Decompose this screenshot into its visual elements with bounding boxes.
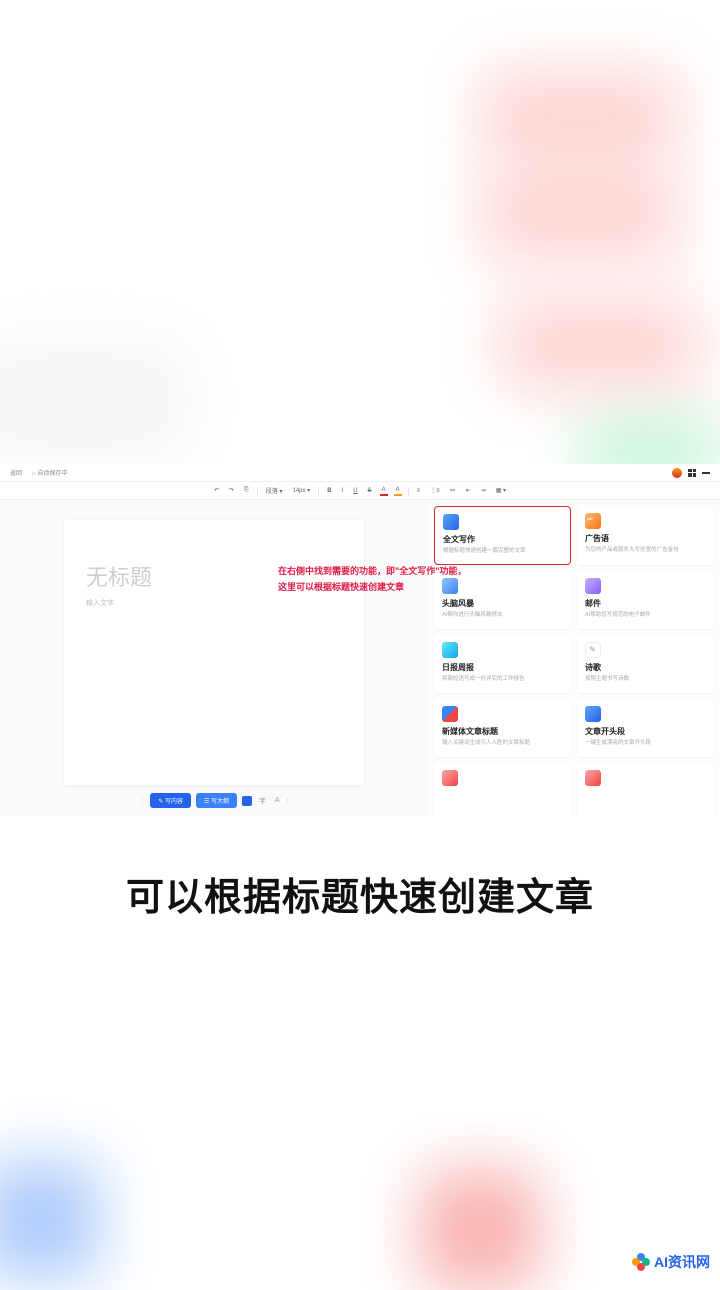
fontsize-select[interactable]: 14px ▾ bbox=[291, 486, 313, 495]
back-button[interactable]: 返回 bbox=[10, 468, 22, 477]
chevron-right-icon[interactable]: › bbox=[287, 798, 289, 804]
document-area: 无标题 输入文字 ⋮ ✎ 写内容 ☰ 写大纲 字 A › bbox=[0, 500, 428, 816]
card-icon bbox=[585, 706, 601, 722]
strike-button[interactable]: S bbox=[366, 487, 374, 495]
card-desc: 根据标题快速创建一篇完整的文章 bbox=[443, 548, 562, 556]
card-desc: 按照主题书写诗歌 bbox=[585, 676, 706, 684]
minimize-icon[interactable] bbox=[702, 472, 710, 474]
template-card[interactable]: 新媒体文章标题输入关键词生成引人入胜的文章标题 bbox=[434, 699, 571, 757]
template-card[interactable]: 邮件 AI帮助您写规范的电子邮件 bbox=[577, 571, 714, 629]
card-title: 文章开头段 bbox=[585, 726, 706, 737]
card-icon bbox=[585, 578, 601, 594]
topbar: 返回 ⌂ 自动保存中 bbox=[0, 464, 720, 482]
square-button[interactable] bbox=[242, 796, 252, 806]
ai-write-outline-button[interactable]: ☰ 写大纲 bbox=[196, 793, 237, 808]
bullet-list-button[interactable]: ⋮≡ bbox=[428, 486, 442, 495]
paragraph-select[interactable]: 段落 ▾ bbox=[264, 485, 285, 496]
card-icon bbox=[442, 642, 458, 658]
body-input[interactable]: 输入文字 bbox=[86, 598, 342, 608]
card-title: 头脑风暴 bbox=[442, 598, 563, 609]
bg-blur bbox=[480, 70, 680, 160]
editor-toolbar: ↶ ↷ ⎘ 段落 ▾ 14px ▾ B I U S A A ≡ ⋮≡ ≔ ⇤ ⇥… bbox=[0, 482, 720, 500]
watermark: AI资讯网 bbox=[632, 1252, 710, 1272]
card-title: 广告语 bbox=[585, 533, 706, 544]
card-icon bbox=[443, 514, 459, 530]
ai-write-content-button[interactable]: ✎ 写内容 bbox=[150, 793, 191, 808]
template-card[interactable]: 广告语为您的产品或服务大写创意的广告金句 bbox=[577, 506, 714, 565]
card-icon bbox=[585, 513, 601, 529]
apps-icon[interactable] bbox=[688, 469, 696, 477]
template-card[interactable]: 文章开头段一键生成漂亮的文章开头段 bbox=[577, 699, 714, 757]
template-card[interactable] bbox=[577, 763, 714, 816]
redo-button[interactable]: ↷ bbox=[227, 486, 236, 495]
undo-button[interactable]: ↶ bbox=[212, 486, 221, 495]
bg-blur bbox=[420, 1170, 540, 1290]
watermark-icon bbox=[632, 1253, 650, 1271]
card-title: 日报周报 bbox=[442, 662, 563, 673]
underline-button[interactable]: U bbox=[351, 487, 359, 495]
bold-button[interactable]: B bbox=[325, 487, 333, 495]
template-card[interactable]: 日报周报将简短语写成一份详实的工作报告 bbox=[434, 635, 571, 693]
template-card[interactable]: 诗歌按照主题书写诗歌 bbox=[577, 635, 714, 693]
table-button[interactable]: ▦ ▾ bbox=[494, 486, 508, 495]
card-icon bbox=[585, 642, 601, 658]
workspace: 无标题 输入文字 ⋮ ✎ 写内容 ☰ 写大纲 字 A › 全文写作根据标题快速创… bbox=[0, 500, 720, 816]
outdent-button[interactable]: ⇤ bbox=[464, 486, 473, 495]
word-count-button[interactable]: 字 bbox=[257, 796, 268, 806]
font-button[interactable]: A bbox=[273, 797, 282, 804]
card-title: 邮件 bbox=[585, 598, 706, 609]
avatar[interactable] bbox=[672, 468, 682, 478]
template-card[interactable]: 头脑风暴 AI帮你进行头脑风暴想法 bbox=[434, 571, 571, 629]
align-button[interactable]: ≡ bbox=[415, 487, 423, 495]
document-canvas[interactable]: 无标题 输入文字 bbox=[64, 520, 364, 785]
highlight-color-button[interactable]: A bbox=[394, 486, 402, 496]
card-title: 新媒体文章标题 bbox=[442, 726, 563, 737]
indent-button[interactable]: ⇥ bbox=[479, 486, 488, 495]
format-painter-button[interactable]: ⎘ bbox=[242, 486, 251, 495]
template-card[interactable]: 全文写作根据标题快速创建一篇完整的文章 bbox=[434, 506, 571, 565]
card-desc: 输入关键词生成引人入胜的文章标题 bbox=[442, 740, 563, 748]
card-title: 全文写作 bbox=[443, 534, 562, 545]
autosave-status: ⌂ 自动保存中 bbox=[32, 468, 67, 477]
card-desc: AI帮助您写规范的电子邮件 bbox=[585, 612, 706, 620]
text-color-button[interactable]: A bbox=[380, 486, 388, 496]
annotation-line1: 在右侧中找到需要的功能，即"全文写作"功能， bbox=[278, 564, 467, 577]
card-icon bbox=[442, 706, 458, 722]
card-desc: 一键生成漂亮的文章开头段 bbox=[585, 740, 706, 748]
bg-blur bbox=[0, 340, 190, 460]
card-icon bbox=[585, 770, 601, 786]
card-desc: 为您的产品或服务大写创意的广告金句 bbox=[585, 547, 706, 555]
card-title: 诗歌 bbox=[585, 662, 706, 673]
annotation-line2: 这里可以根据标题快速创建文章 bbox=[278, 580, 404, 593]
watermark-text: AI资讯网 bbox=[654, 1252, 710, 1272]
template-card[interactable] bbox=[434, 763, 571, 816]
card-desc: AI帮你进行头脑风暴想法 bbox=[442, 612, 563, 620]
card-desc: 将简短语写成一份详实的工作报告 bbox=[442, 676, 563, 684]
video-caption: 可以根据标题快速创建文章 bbox=[0, 866, 720, 921]
ai-templates-panel: 全文写作根据标题快速创建一篇完整的文章广告语为您的产品或服务大写创意的广告金句头… bbox=[428, 500, 720, 816]
bg-blur bbox=[480, 170, 680, 260]
app-window: 返回 ⌂ 自动保存中 ↶ ↷ ⎘ 段落 ▾ 14px ▾ B I U S A A… bbox=[0, 464, 720, 816]
number-list-button[interactable]: ≔ bbox=[448, 486, 458, 495]
bg-blur bbox=[0, 1160, 100, 1280]
bg-blur bbox=[500, 300, 700, 390]
card-icon bbox=[442, 770, 458, 786]
bottom-toolbar: ⋮ ✎ 写内容 ☰ 写大纲 字 A › bbox=[139, 793, 288, 808]
card-icon bbox=[442, 578, 458, 594]
italic-button[interactable]: I bbox=[340, 487, 346, 495]
